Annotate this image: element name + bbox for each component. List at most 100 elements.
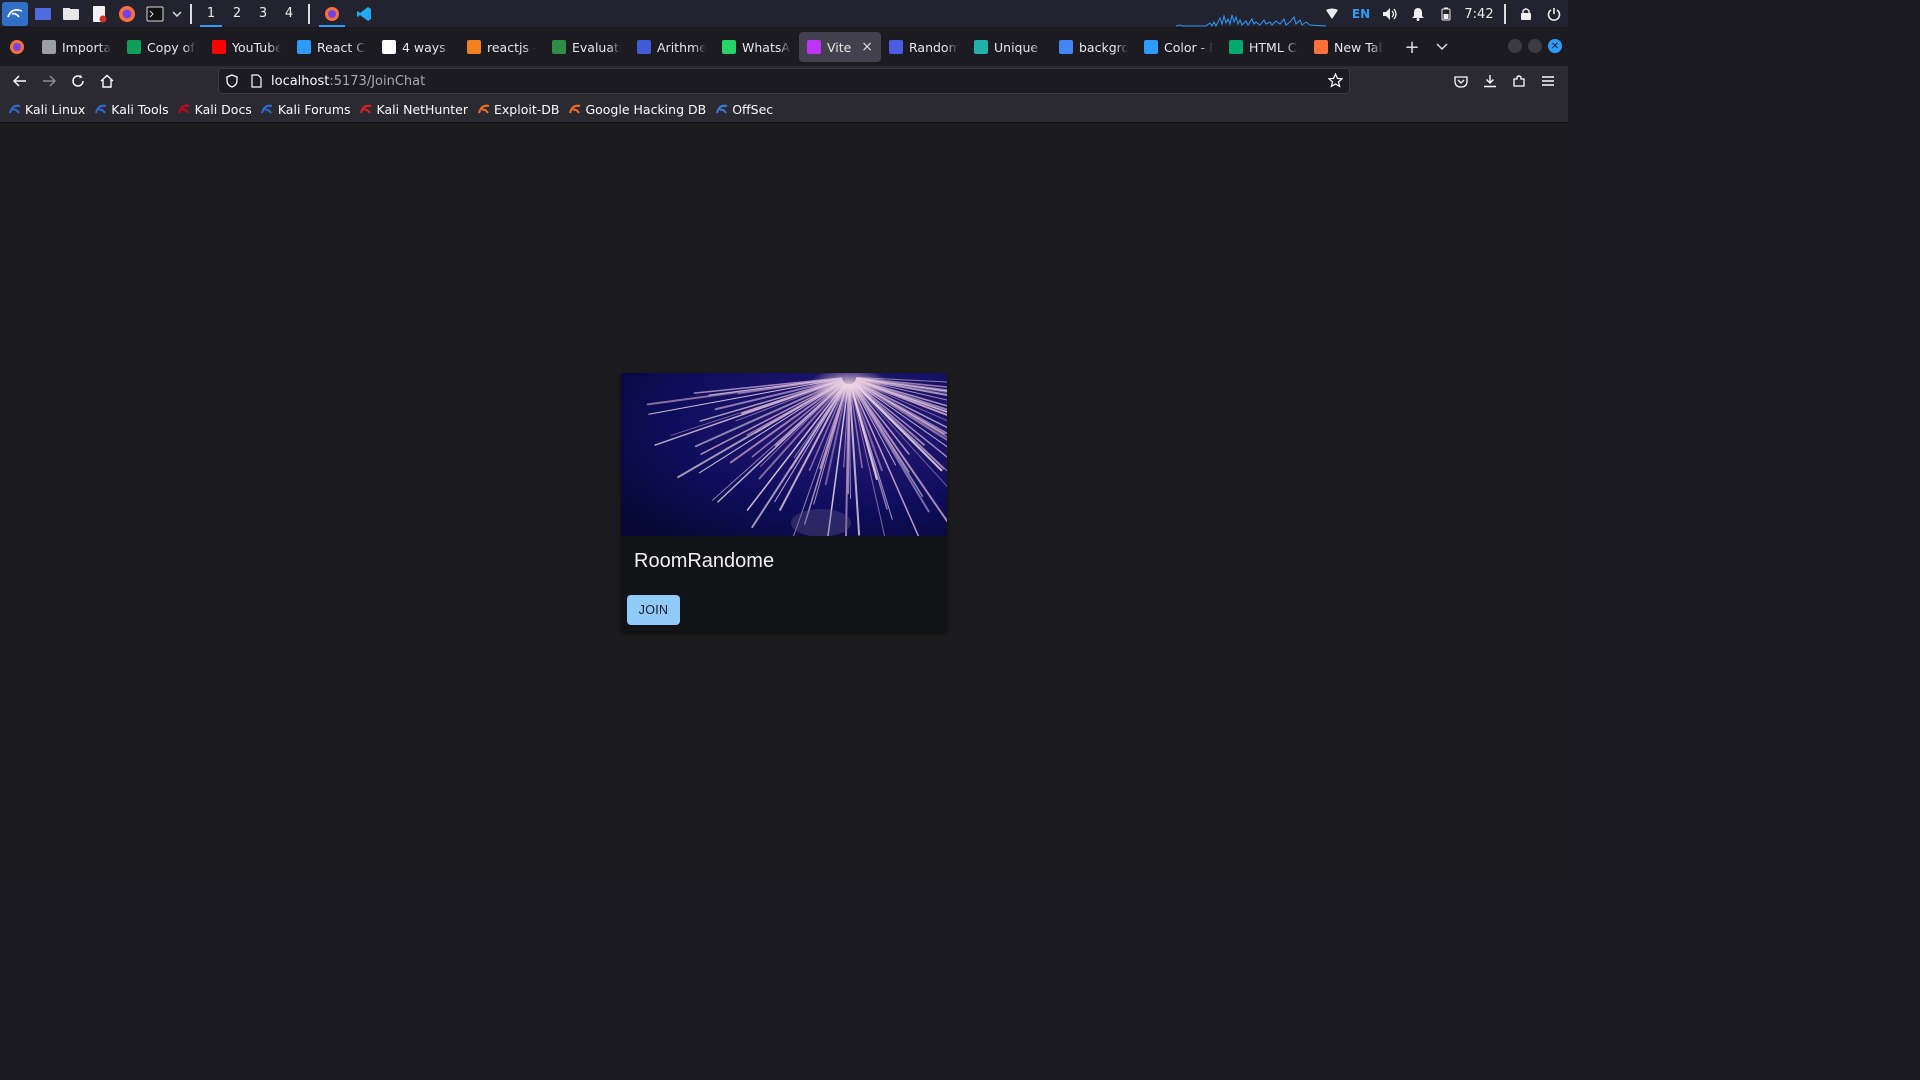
arith-icon xyxy=(637,40,651,54)
browser-tab[interactable]: Random I xyxy=(881,32,966,62)
bookmark-item[interactable]: Kali Docs xyxy=(178,102,252,117)
power-icon[interactable] xyxy=(1540,0,1568,28)
firefox-view-icon[interactable] xyxy=(0,28,34,66)
url-path: :5173/JoinChat xyxy=(329,73,426,89)
maximize-window-button[interactable] xyxy=(1528,39,1542,53)
tab-label: Copy of F xyxy=(147,39,196,55)
panel-separator xyxy=(1504,4,1506,24)
navigation-toolbar: localhost:5173/JoinChat xyxy=(0,66,1568,96)
browser-tab[interactable]: reactjs - I xyxy=(459,32,544,62)
home-button[interactable] xyxy=(92,67,121,95)
clock[interactable]: 7:42 xyxy=(1460,0,1498,28)
fireworks-image xyxy=(621,373,947,536)
tracking-protection-icon[interactable] xyxy=(221,74,243,88)
page-info-icon[interactable] xyxy=(245,74,267,88)
browser-tab[interactable]: React Ca xyxy=(289,32,374,62)
bookmark-item[interactable]: Google Hacking DB xyxy=(568,102,706,117)
wifi-icon[interactable] xyxy=(1318,0,1346,28)
browser-tab[interactable]: Color - M xyxy=(1136,32,1221,62)
os-top-panel: 1 2 3 4 EN 7:42 xyxy=(0,0,1568,28)
browser-tab[interactable]: HTML Co xyxy=(1221,32,1306,62)
kali-docs-icon xyxy=(178,103,191,116)
unique-icon xyxy=(974,40,988,54)
bookmark-star-icon[interactable] xyxy=(1327,72,1344,92)
url-host: localhost xyxy=(271,73,330,89)
extensions-icon[interactable] xyxy=(1504,67,1533,95)
bookmark-label: Kali NetHunter xyxy=(376,101,469,117)
firefox-launcher-icon[interactable] xyxy=(114,2,140,26)
forward-button[interactable] xyxy=(34,67,63,95)
kali-menu-icon[interactable] xyxy=(2,1,28,26)
bookmark-item[interactable]: Kali Linux xyxy=(8,102,85,117)
tab-label: HTML Co xyxy=(1249,39,1298,55)
workspace-4[interactable]: 4 xyxy=(276,0,302,28)
vite-icon xyxy=(807,40,821,54)
kali-icon xyxy=(8,103,21,116)
chevron-down-icon[interactable] xyxy=(170,2,184,26)
tab-label: Vite + R xyxy=(827,39,857,55)
join-button[interactable]: JOIN xyxy=(627,595,680,625)
notifications-icon[interactable] xyxy=(1404,0,1432,28)
downloads-icon[interactable] xyxy=(1475,67,1504,95)
bookmark-item[interactable]: Kali Forums xyxy=(261,102,351,117)
sheets-icon xyxy=(127,40,141,54)
list-all-tabs-button[interactable] xyxy=(1427,32,1457,62)
text-editor-icon[interactable] xyxy=(86,2,112,26)
workspace-2[interactable]: 2 xyxy=(224,0,250,28)
browser-tab[interactable]: YouTube xyxy=(204,32,289,62)
workspace-1[interactable]: 1 xyxy=(198,0,224,28)
vscode-window-icon[interactable] xyxy=(348,0,380,28)
bookmark-item[interactable]: Exploit-DB xyxy=(477,102,559,117)
tab-label: WhatsAp xyxy=(742,39,791,55)
pocket-icon[interactable] xyxy=(1446,67,1475,95)
bookmark-item[interactable]: OffSec xyxy=(715,102,773,117)
close-tab-icon[interactable]: × xyxy=(861,39,873,55)
lock-screen-icon[interactable] xyxy=(1512,0,1540,28)
app-menu-icon[interactable] xyxy=(1533,67,1562,95)
browser-tab[interactable]: Evaluatio xyxy=(544,32,629,62)
bookmark-item[interactable]: Kali NetHunter xyxy=(360,102,468,117)
reload-button[interactable] xyxy=(63,67,92,95)
browser-tab[interactable]: backgrou xyxy=(1051,32,1136,62)
desktop-icon[interactable] xyxy=(30,2,56,26)
battery-icon[interactable] xyxy=(1432,0,1460,28)
kali-forums-icon xyxy=(261,103,274,116)
random-icon xyxy=(889,40,903,54)
browser-tab[interactable]: New Tab xyxy=(1306,32,1391,62)
firefox-window-icon[interactable] xyxy=(316,0,348,28)
exploitdb-icon xyxy=(477,103,490,116)
browser-tab[interactable]: Important xyxy=(34,32,119,62)
medium-icon xyxy=(382,40,396,54)
browser-tab[interactable]: Arithmeti xyxy=(629,32,714,62)
google-icon xyxy=(1059,40,1073,54)
browser-tab[interactable]: Copy of F xyxy=(119,32,204,62)
tab-label: New Tab xyxy=(1334,39,1383,55)
bookmark-item[interactable]: Kali Tools xyxy=(94,101,169,117)
tab-label: Important xyxy=(62,39,111,55)
tab-label: Color - M xyxy=(1164,39,1213,55)
whatsapp-icon xyxy=(722,40,736,54)
tab-label: reactjs - I xyxy=(487,39,536,55)
back-button[interactable] xyxy=(5,67,34,95)
bookmark-label: Kali Tools xyxy=(111,101,169,117)
youtube-icon xyxy=(212,40,226,54)
browser-tab[interactable]: 4 ways to xyxy=(374,32,459,62)
volume-icon[interactable] xyxy=(1376,0,1404,28)
tab-label: backgrou xyxy=(1079,39,1128,55)
new-tab-button[interactable]: + xyxy=(1397,32,1427,62)
file-manager-icon[interactable] xyxy=(58,2,84,26)
terminal-icon[interactable] xyxy=(142,2,168,26)
close-window-button[interactable]: ✕ xyxy=(1548,39,1562,53)
mui-icon xyxy=(297,40,311,54)
address-bar[interactable]: localhost:5173/JoinChat xyxy=(218,68,1350,94)
bookmark-label: Google Hacking DB xyxy=(585,101,707,117)
browser-tab[interactable]: WhatsAp xyxy=(714,32,799,62)
bookmark-label: Kali Linux xyxy=(25,101,86,117)
url-text[interactable]: localhost:5173/JoinChat xyxy=(271,74,425,89)
minimize-window-button[interactable] xyxy=(1508,39,1522,53)
room-card: RoomRandome JOIN xyxy=(621,373,947,631)
workspace-3[interactable]: 3 xyxy=(250,0,276,28)
keyboard-language[interactable]: EN xyxy=(1346,0,1376,28)
browser-tab[interactable]: Vite + R× xyxy=(799,32,881,62)
browser-tab[interactable]: Unique C xyxy=(966,32,1051,62)
